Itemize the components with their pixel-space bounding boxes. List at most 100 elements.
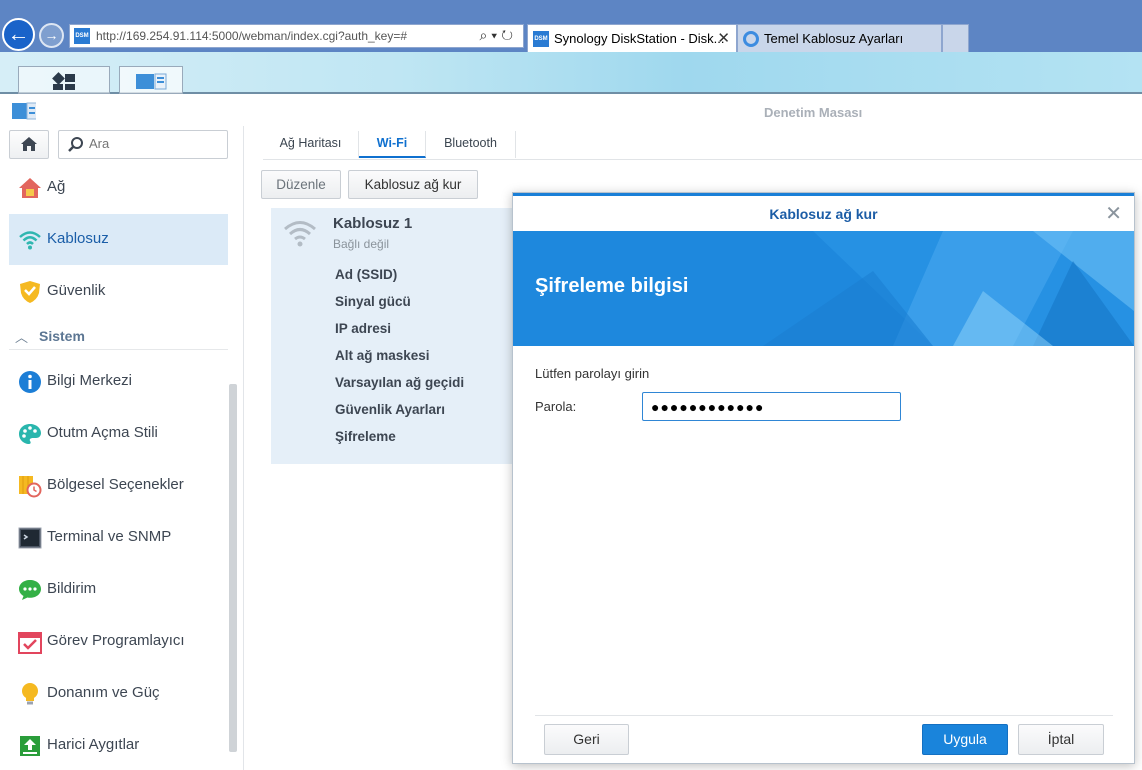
apply-button[interactable]: Uygula — [922, 724, 1008, 755]
tab-label: Temel Kablosuz Ayarları — [764, 31, 904, 46]
wifi-icon — [19, 231, 41, 250]
wireless-interface-panel[interactable]: Kablosuz 1 Bağlı değil Ad (SSID) Sinyal … — [271, 208, 521, 464]
close-icon[interactable]: ✕ — [1105, 201, 1122, 226]
dialog-footer-divider — [535, 715, 1113, 716]
sidebar-section-system[interactable]: ︿ Sistem — [9, 324, 228, 350]
upload-device-icon — [20, 736, 40, 756]
sidebar-item-notification[interactable]: Bildirim — [9, 564, 228, 615]
sidebar-item-label: Donanım ve Güç — [47, 684, 160, 701]
sidebar: Ağ Kablosuz Güvenlik ︿ Sistem Bilgi Merk… — [0, 126, 244, 770]
sidebar-section-label: Sistem — [39, 328, 85, 344]
sidebar-item-label: Görev Programlayıcı — [47, 632, 185, 649]
sidebar-item-regional-options[interactable]: Bölgesel Seçenekler — [9, 460, 228, 511]
dialog-titlebar: Kablosuz ağ kur ✕ — [513, 193, 1134, 231]
calendar-check-icon — [18, 632, 42, 654]
password-label: Parola: — [535, 399, 577, 414]
field-signal-label: Sinyal gücü — [335, 294, 411, 309]
control-panel-task-button[interactable] — [119, 66, 183, 94]
dsm-favicon-icon: DSM — [74, 28, 90, 44]
close-tab-icon[interactable]: ✕ — [717, 29, 730, 47]
dsm-favicon-icon: DSM — [533, 31, 549, 47]
sidebar-item-network[interactable]: Ağ — [9, 162, 228, 213]
dialog-heading: Şifreleme bilgisi — [535, 275, 689, 297]
dialog-prompt: Lütfen parolayı girin — [535, 366, 650, 381]
field-ip-label: IP adresi — [335, 321, 392, 336]
browser-tab-wireless-settings[interactable]: Temel Kablosuz Ayarları — [737, 24, 942, 52]
show-desktop-button[interactable] — [18, 66, 110, 94]
forward-button[interactable]: → — [39, 23, 64, 48]
home-icon — [21, 137, 37, 151]
sidebar-item-label: Harici Aygıtlar — [47, 736, 140, 753]
network-house-icon — [19, 178, 41, 198]
palette-icon — [19, 424, 41, 444]
browser-toolbar: ← → DSM http://169.254.91.114:5000/webma… — [0, 0, 1142, 52]
dsm-taskbar — [0, 52, 1142, 94]
search-icon[interactable]: ⌕ — [479, 27, 491, 43]
field-security-label: Güvenlik Ayarları — [335, 402, 446, 417]
sidebar-item-task-scheduler[interactable]: Görev Programlayıcı — [9, 616, 228, 667]
ie-icon — [743, 31, 759, 47]
window-title: Denetim Masası — [764, 105, 863, 120]
field-gateway-label: Varsayılan ağ geçidi — [335, 375, 465, 390]
sidebar-item-label: Otutm Açma Stili — [47, 424, 158, 441]
back-button[interactable]: Geri — [544, 724, 629, 755]
address-tools: ⌕▾↻ — [479, 27, 517, 44]
cancel-button[interactable]: İptal — [1018, 724, 1104, 755]
field-subnet-label: Alt ağ maskesi — [335, 348, 430, 363]
chevron-up-icon: ︿ — [15, 330, 29, 345]
sidebar-item-hardware-power[interactable]: Donanım ve Güç — [9, 668, 228, 719]
chat-bubble-icon — [19, 580, 41, 600]
address-url[interactable]: http://169.254.91.114:5000/webman/index.… — [96, 29, 407, 43]
home-button[interactable] — [9, 130, 49, 159]
sidebar-item-wireless[interactable]: Kablosuz — [9, 214, 228, 265]
sidebar-item-login-style[interactable]: Otutm Açma Stili — [9, 408, 228, 459]
sidebar-item-label: Kablosuz — [47, 230, 109, 247]
tab-bar: Ağ Haritası Wi-Fi Bluetooth — [263, 129, 1142, 160]
control-panel-icon — [12, 102, 36, 120]
setup-wireless-dialog: Kablosuz ağ kur ✕ Şifreleme bilgisi Lütf… — [512, 192, 1135, 764]
window-header: Denetim Masası — [0, 96, 1142, 126]
search-box[interactable] — [58, 130, 228, 159]
sidebar-item-security[interactable]: Güvenlik — [9, 266, 228, 317]
sidebar-item-info-center[interactable]: Bilgi Merkezi — [9, 356, 228, 407]
edit-button[interactable]: Düzenle — [261, 170, 341, 199]
sidebar-item-label: Güvenlik — [47, 282, 106, 299]
tab-wifi[interactable]: Wi-Fi — [359, 131, 426, 158]
field-ssid-label: Ad (SSID) — [335, 267, 398, 282]
terminal-icon — [18, 527, 42, 549]
search-input[interactable] — [89, 136, 219, 151]
dropdown-icon[interactable]: ▾ — [491, 27, 501, 43]
dialog-title: Kablosuz ağ kur — [769, 206, 878, 222]
tab-bluetooth[interactable]: Bluetooth — [426, 131, 516, 158]
arrow-right-icon: → — [44, 27, 59, 43]
setup-wireless-button[interactable]: Kablosuz ağ kur — [348, 170, 478, 199]
info-icon — [19, 371, 41, 393]
sidebar-item-label: Ağ — [47, 178, 66, 195]
shield-icon — [20, 281, 40, 303]
sidebar-item-external-devices[interactable]: Harici Aygıtlar — [9, 720, 228, 770]
back-button[interactable]: ← — [2, 18, 35, 51]
sidebar-scrollbar[interactable] — [229, 384, 237, 752]
search-icon — [68, 137, 83, 152]
sidebar-item-terminal-snmp[interactable]: Terminal ve SNMP — [9, 512, 228, 563]
interface-status: Bağlı değil — [333, 237, 390, 251]
lightbulb-icon — [22, 683, 38, 705]
refresh-icon[interactable]: ↻ — [501, 27, 517, 43]
sidebar-item-label: Bilgi Merkezi — [47, 372, 133, 389]
interface-name: Kablosuz 1 — [333, 215, 413, 232]
tab-network-map[interactable]: Ağ Haritası — [263, 131, 359, 158]
arrow-left-icon: ← — [7, 21, 30, 46]
sidebar-item-label: Terminal ve SNMP — [47, 528, 172, 545]
browser-tab-diskstation[interactable]: DSM Synology DiskStation - Disk... ✕ — [527, 24, 737, 52]
sidebar-item-label: Bildirim — [47, 580, 97, 597]
tab-label: Synology DiskStation - Disk... — [554, 31, 725, 46]
desktop-icon — [52, 72, 75, 90]
dialog-banner: Şifreleme bilgisi — [513, 231, 1134, 346]
field-encryption-label: Şifreleme — [335, 429, 396, 444]
sidebar-item-label: Bölgesel Seçenekler — [47, 476, 184, 493]
new-tab-button[interactable] — [942, 24, 969, 52]
password-field[interactable] — [642, 392, 901, 421]
address-bar[interactable]: DSM http://169.254.91.114:5000/webman/in… — [69, 24, 524, 48]
wifi-icon — [284, 221, 316, 247]
regional-clock-icon — [19, 476, 42, 498]
